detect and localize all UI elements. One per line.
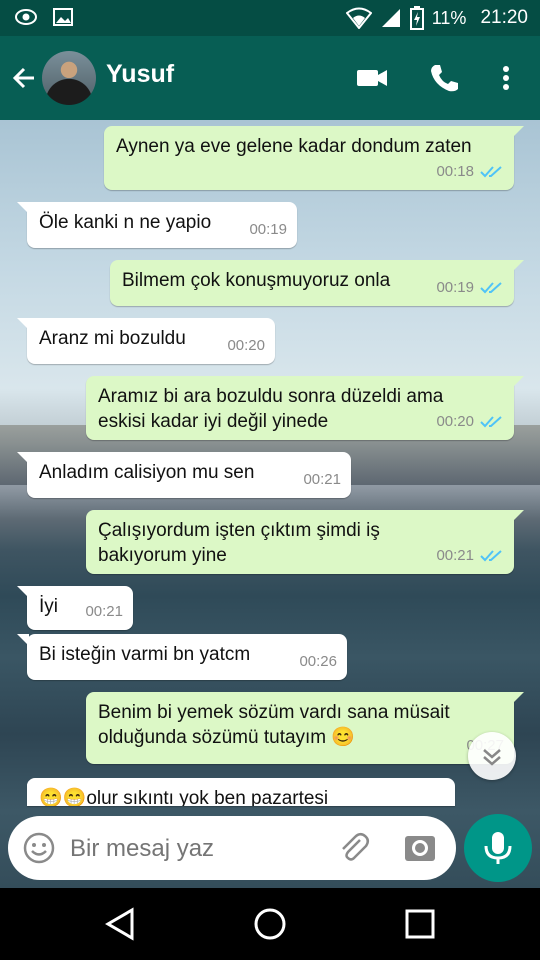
contact-name[interactable]: Yusuf bbox=[106, 60, 174, 89]
nav-back-icon[interactable] bbox=[102, 906, 138, 942]
double-check-icon bbox=[480, 549, 502, 561]
battery-charging-icon bbox=[409, 6, 424, 30]
message-time: 00:26 bbox=[299, 653, 337, 670]
message-input[interactable] bbox=[68, 828, 322, 870]
chevron-down-icon bbox=[483, 749, 501, 766]
emoji-icon[interactable] bbox=[22, 831, 56, 865]
microphone-icon bbox=[484, 832, 512, 864]
message-time: 00:20 bbox=[436, 413, 474, 430]
message-bubble[interactable]: Aranz mi bozuldu 00:20 bbox=[17, 318, 275, 364]
message-composer bbox=[8, 816, 456, 880]
message-time: 00:21 bbox=[436, 547, 474, 564]
arrow-back-icon[interactable] bbox=[8, 62, 40, 94]
message-bubble[interactable]: Bi isteğin varmi bn yatcm 00:26 bbox=[17, 634, 347, 680]
chat-header: Yusuf bbox=[0, 36, 540, 120]
battery-percent: 11% bbox=[431, 7, 467, 28]
image-notification-icon bbox=[53, 8, 73, 26]
message-text: Benim bi yemek sözüm vardı sana müsait o… bbox=[98, 702, 450, 748]
double-check-icon bbox=[480, 281, 502, 293]
message-time: 00:21 bbox=[303, 471, 341, 488]
message-bubble[interactable]: 😁😁olur sıkıntı yok ben pazartesi bbox=[27, 778, 455, 806]
avatar[interactable] bbox=[42, 51, 96, 105]
message-text: 😁😁olur sıkıntı yok ben pazartesi bbox=[39, 788, 329, 806]
video-call-icon[interactable] bbox=[356, 62, 388, 94]
chat-area[interactable]: Aynen ya eve gelene kadar dondum zaten 0… bbox=[0, 120, 540, 888]
message-time: 00:20 bbox=[227, 337, 265, 354]
signal-icon bbox=[381, 9, 400, 27]
status-bar: 11% 21:20 bbox=[0, 0, 540, 36]
scroll-to-bottom-button[interactable] bbox=[468, 732, 516, 780]
eye-notification-icon bbox=[15, 9, 37, 25]
double-check-icon bbox=[480, 415, 502, 427]
message-bubble[interactable]: Öle kanki n ne yapio 00:19 bbox=[17, 202, 297, 248]
message-time: 00:19 bbox=[249, 221, 287, 238]
message-time: 00:21 bbox=[85, 603, 123, 620]
message-bubble[interactable]: Benim bi yemek sözüm vardı sana müsait o… bbox=[86, 692, 524, 764]
navigation-bar bbox=[0, 888, 540, 960]
double-check-icon bbox=[480, 165, 502, 177]
message-time: 00:18 bbox=[436, 163, 474, 180]
camera-icon[interactable] bbox=[402, 830, 438, 866]
message-bubble[interactable]: Anladım calisiyon mu sen 00:21 bbox=[17, 452, 351, 498]
microphone-button[interactable] bbox=[464, 814, 532, 882]
nav-recents-icon[interactable] bbox=[402, 906, 438, 942]
more-vert-icon[interactable] bbox=[492, 62, 520, 94]
message-text: Çalışıyordum işten çıktım şimdi iş bakıy… bbox=[98, 520, 380, 566]
clock: 21:20 bbox=[480, 7, 528, 28]
nav-home-icon[interactable] bbox=[252, 906, 288, 942]
paperclip-icon[interactable] bbox=[336, 830, 372, 866]
message-bubble[interactable]: Çalışıyordum işten çıktım şimdi iş bakıy… bbox=[86, 510, 524, 574]
message-bubble[interactable]: Aramız bi ara bozuldu sonra düzeldi ama … bbox=[86, 376, 524, 440]
message-bubble[interactable]: Aynen ya eve gelene kadar dondum zaten 0… bbox=[104, 126, 524, 190]
message-bubble[interactable]: Bilmem çok konuşmuyoruz onla 00:19 bbox=[110, 260, 524, 306]
phone-icon[interactable] bbox=[428, 62, 460, 94]
message-bubble[interactable]: İyi 00:21 bbox=[17, 586, 133, 630]
wifi-icon bbox=[345, 7, 372, 29]
message-time: 00:19 bbox=[436, 279, 474, 296]
message-text: Anladım calisiyon mu sen bbox=[39, 462, 255, 483]
